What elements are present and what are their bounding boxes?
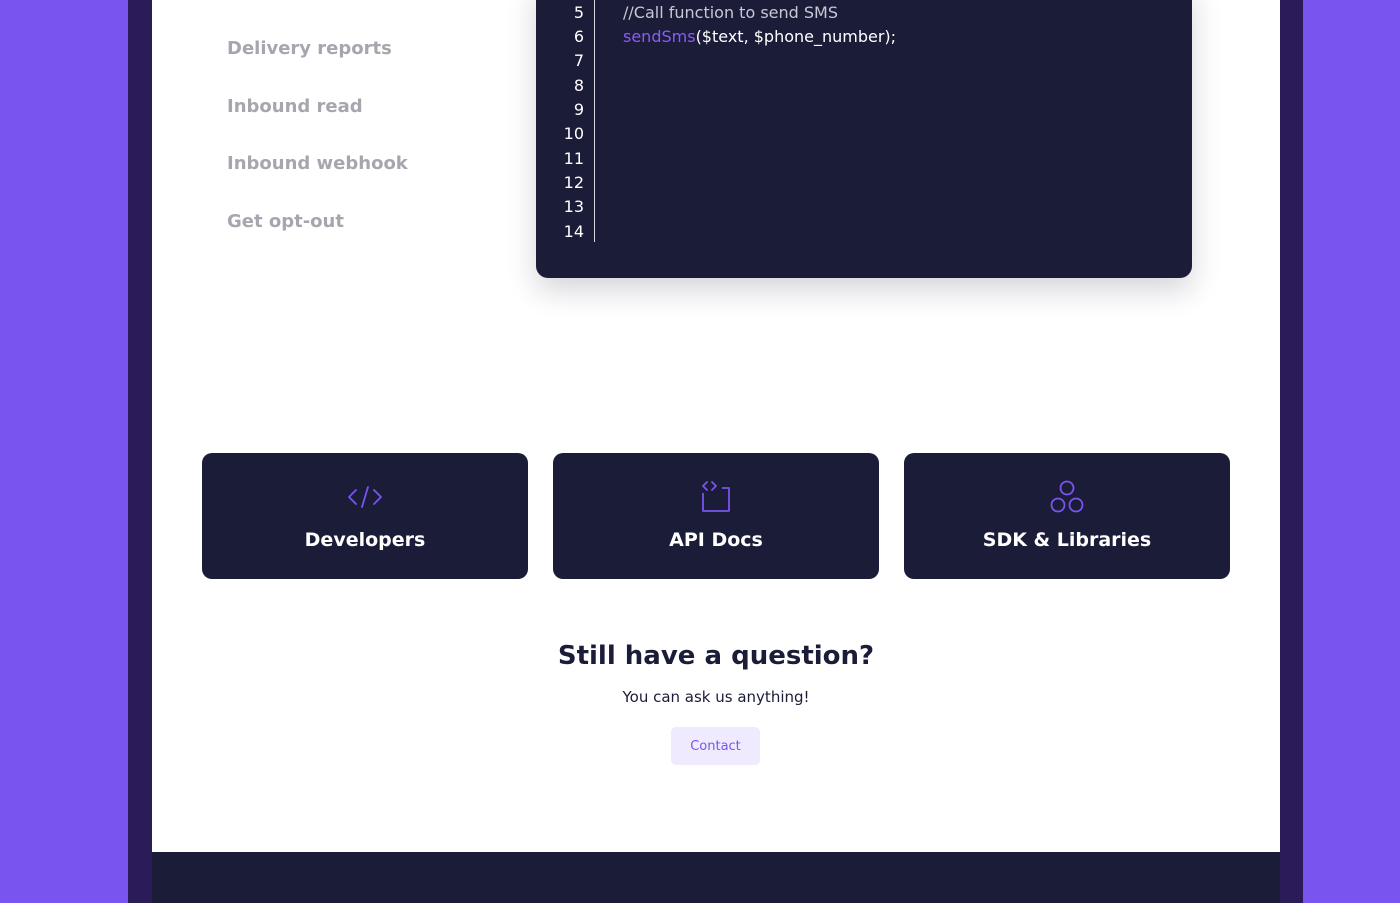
line-number: 13 — [563, 197, 584, 216]
line-number: 9 — [573, 100, 584, 119]
code-comment-line: //Call function to send SMS — [623, 3, 839, 22]
developers-card[interactable]: Developers — [202, 453, 528, 579]
page-content: Delivery reports Inbound read Inbound we… — [152, 0, 1280, 903]
line-number: 8 — [573, 76, 584, 95]
line-number: 12 — [563, 173, 584, 192]
code-function-name: sendSms — [623, 27, 696, 46]
api-docs-card[interactable]: API Docs — [553, 453, 879, 579]
line-number: 5 — [573, 3, 584, 22]
line-number-gutter: 5 6 7 8 9 10 11 12 13 14 — [536, 0, 595, 242]
question-subtitle: You can ask us anything! — [622, 688, 810, 706]
line-number: 7 — [573, 51, 584, 70]
code-function-args: ($text, $phone_number); — [695, 27, 897, 46]
sdk-libraries-card-label: SDK & Libraries — [982, 529, 1152, 551]
code-brackets-icon — [348, 486, 382, 508]
code-call-line: sendSms($text, $phone_number); — [623, 27, 896, 47]
line-number: 11 — [563, 149, 584, 168]
api-docs-card-label: API Docs — [669, 529, 763, 551]
question-heading: Still have a question? — [557, 641, 875, 671]
developers-card-label: Developers — [304, 529, 426, 551]
contact-button[interactable]: Contact — [671, 727, 760, 765]
line-number: 10 — [563, 124, 584, 143]
footer — [152, 852, 1280, 903]
sidebar-item-inbound-read[interactable]: Inbound read — [227, 96, 363, 117]
line-number: 14 — [563, 222, 584, 241]
sidebar-item-get-opt-out[interactable]: Get opt-out — [227, 211, 344, 232]
sdk-libraries-card[interactable]: SDK & Libraries — [904, 453, 1230, 579]
sidebar-item-inbound-webhook[interactable]: Inbound webhook — [227, 153, 408, 174]
sidebar-item-delivery-reports[interactable]: Delivery reports — [227, 38, 392, 59]
line-number: 6 — [573, 27, 584, 46]
code-example-panel: 5 6 7 8 9 10 11 12 13 14 //Call function… — [536, 0, 1192, 278]
resource-cards: Developers API Docs SDK & Libraries — [202, 453, 1230, 579]
three-circles-icon — [1050, 480, 1084, 513]
api-docs-icon — [702, 481, 730, 512]
